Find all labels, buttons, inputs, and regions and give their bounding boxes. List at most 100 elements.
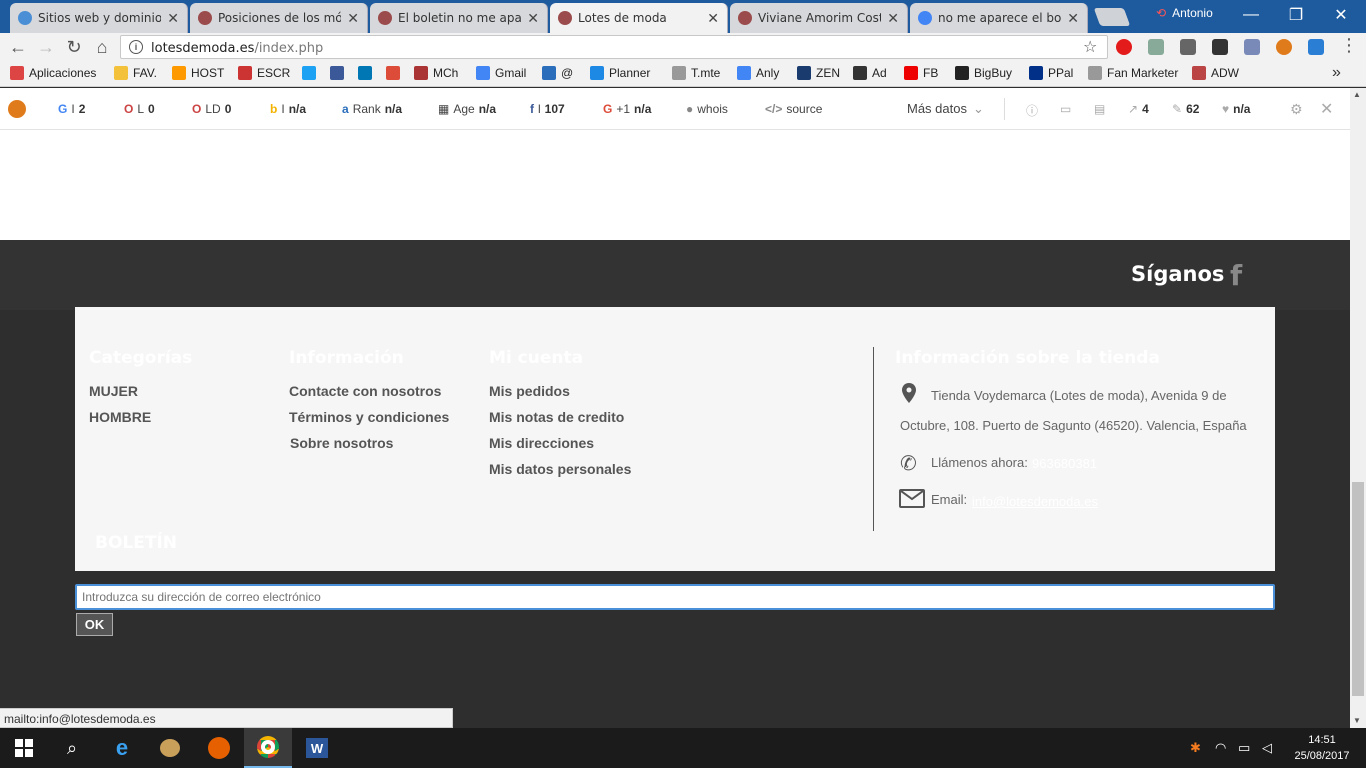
bookmark-item[interactable]: FAV. [114,66,157,80]
facebook-icon[interactable]: f [1230,259,1242,292]
bookmark-item[interactable]: Anly [737,66,779,80]
menu-icon[interactable]: ⋮ [1340,35,1358,56]
new-tab-button[interactable] [1093,8,1131,26]
seoquake-metric[interactable]: OL0 [124,102,155,116]
tab-close-icon[interactable]: ✕ [167,11,179,25]
account-link-personal-data[interactable]: Mis datos personales [489,461,631,477]
seoquake-metric[interactable]: GI2 [58,102,85,116]
ie-taskbar-button[interactable]: e [98,728,146,768]
bookmark-item[interactable] [330,66,349,80]
bookmark-item[interactable]: ADW [1192,66,1239,80]
m-extension-icon[interactable] [1212,39,1228,55]
more-data-button[interactable]: Más datos ⌄ [907,101,984,117]
browser-tab[interactable]: Lotes de moda ✕ [550,3,728,33]
seoquake-metric[interactable]: b In/a [270,102,306,116]
account-link-addresses[interactable]: Mis direcciones [489,435,594,451]
seoquake-right-metric[interactable]: ✎ 62 [1172,102,1199,116]
phone-number[interactable]: 963680381 [1032,456,1097,471]
category-link-mujer[interactable]: MUJER [89,383,138,399]
back-button[interactable]: ← [6,36,30,58]
bookmark-item[interactable] [358,66,377,80]
battery-icon[interactable]: ▭ [1238,740,1250,756]
word-taskbar-button[interactable]: W [293,728,341,768]
scroll-up-arrow[interactable]: ▲ [1353,90,1361,99]
seoquake-metric[interactable]: </> source [765,102,826,116]
browser-tab[interactable]: El boletin no me apare ✕ [370,3,548,33]
seoquake-metric[interactable]: ● whois [686,102,732,116]
bookmark-item[interactable]: Gmail [476,66,526,80]
info-link-about[interactable]: Sobre nosotros [290,435,393,451]
bookmark-item[interactable]: PPal [1029,66,1073,80]
info-link-contact[interactable]: Contacte con nosotros [289,383,441,399]
browser-tab[interactable]: no me aparece el bole ✕ [910,3,1088,33]
bookmark-item[interactable]: BigBuy [955,66,1012,80]
settings-gear-icon[interactable]: ⚙ [1290,101,1303,118]
tab-close-icon[interactable]: ✕ [707,11,719,25]
category-link-hombre[interactable]: HOMBRE [89,409,151,425]
account-link-orders[interactable]: Mis pedidos [489,383,570,399]
clock[interactable]: 14:51 25/08/2017 [1286,732,1358,764]
browser-tab[interactable]: Posiciones de los mód ✕ [190,3,368,33]
close-bar-icon[interactable]: ✕ [1320,99,1333,119]
site-info-icon[interactable]: i [129,40,143,54]
qr-extension-icon[interactable] [1180,39,1196,55]
seoquake-extension-icon[interactable] [1276,39,1292,55]
seoquake-right-metric[interactable]: ♥ n/a [1222,102,1250,116]
bookmark-item[interactable]: Planner [590,66,650,80]
seoquake-logo-icon[interactable] [8,100,26,118]
minimize-button[interactable]: — [1228,2,1274,28]
reload-button[interactable]: ↻ [62,36,86,58]
volume-icon[interactable]: ◁ [1262,740,1272,756]
info-link-terms[interactable]: Términos y condiciones [289,409,449,425]
address-bar[interactable]: i lotesdemoda.es/index.php [120,35,1108,59]
start-button[interactable] [0,728,48,768]
seoquake-metric[interactable]: O LD 0 [192,102,231,116]
seoquake-metric[interactable]: a Rank n/a [342,102,402,116]
wifi-icon[interactable]: ◠ [1215,740,1226,756]
seoquake-right-metric[interactable]: ▤ [1094,102,1109,116]
tab-close-icon[interactable]: ✕ [887,11,899,25]
tab-close-icon[interactable]: ✕ [527,11,539,25]
account-link-credit-notes[interactable]: Mis notas de credito [489,409,624,425]
more-bookmarks-button[interactable]: » [1332,64,1341,82]
chrome-taskbar-button[interactable] [244,728,292,768]
browser-tab[interactable]: Viviane Amorim Costa ✕ [730,3,908,33]
seoquake-metric[interactable]: ▦ Age n/a [438,102,496,116]
close-window-button[interactable]: ✕ [1318,2,1364,28]
forward-button[interactable]: → [34,36,58,58]
bookmark-star-icon[interactable]: ☆ [1083,37,1097,57]
profile-button[interactable]: ⟲ Antonio [1156,6,1213,20]
seoquake-right-metric[interactable]: ▭ [1060,102,1075,116]
bookmark-item[interactable]: HOST [172,66,224,80]
scrollbar-thumb[interactable] [1352,482,1364,696]
bookmark-item[interactable]: ZEN [797,66,840,80]
bookmark-item[interactable]: Ad [853,66,887,80]
newsletter-submit-button[interactable]: OK [76,613,113,636]
maximize-button[interactable]: ❐ [1273,2,1319,28]
scroll-down-arrow[interactable]: ▼ [1353,716,1361,725]
newsletter-email-input[interactable] [75,584,1275,610]
tray-app-icon[interactable]: ✱ [1190,740,1201,756]
seoquake-right-metric[interactable]: ⓘ [1026,102,1042,119]
paint-taskbar-button[interactable] [146,728,194,768]
bookmark-item[interactable]: @ [542,66,573,80]
bookmark-item[interactable] [302,66,321,80]
home-button[interactable]: ⌂ [90,36,114,58]
tab-close-icon[interactable]: ✕ [347,11,359,25]
bookmark-item[interactable]: ESCR [238,66,290,80]
opera-extension-icon[interactable] [1116,39,1132,55]
browser-tab[interactable]: Sitios web y dominios ✕ [10,3,188,33]
bookmark-item[interactable]: MCh [414,66,458,80]
search-button[interactable]: ⌕ [48,728,96,768]
bookmark-item[interactable] [386,66,405,80]
tab-close-icon[interactable]: ✕ [1067,11,1079,25]
hand-extension-icon[interactable] [1308,39,1324,55]
code-extension-icon[interactable] [1244,39,1260,55]
bookmark-item[interactable]: Aplicaciones [10,66,96,80]
bookmark-item[interactable]: Fan Marketer [1088,66,1178,80]
bookmark-item[interactable]: T.mte [672,66,720,80]
seoquake-metric[interactable]: G +1 n/a [603,102,651,116]
bookmark-item[interactable]: FB [904,66,938,80]
seoquake-metric[interactable]: f l 107 [530,102,565,116]
search-extension-icon[interactable] [1148,39,1164,55]
